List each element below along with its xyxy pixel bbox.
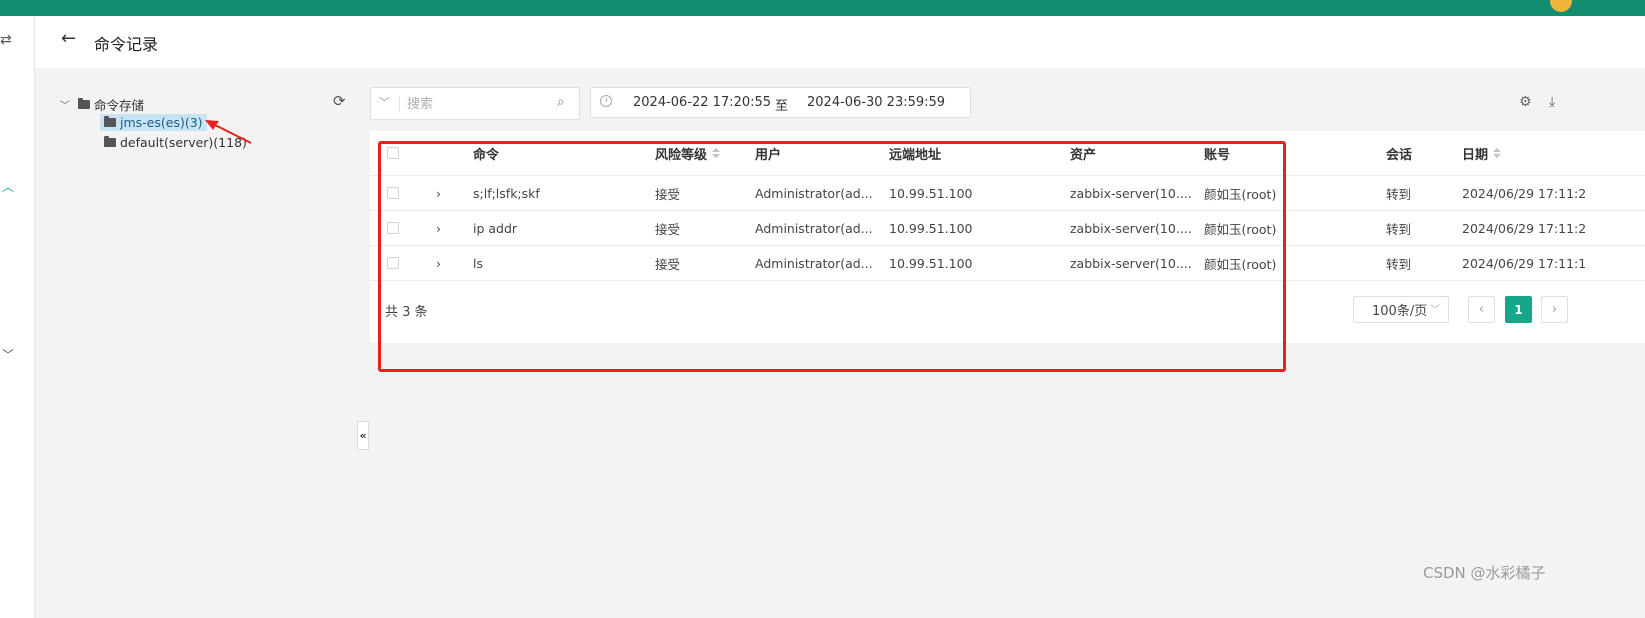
cell-user: Administrator(ad... xyxy=(755,255,873,271)
cell-risk: 接受 xyxy=(655,256,681,272)
table-row[interactable]: › s;lf;lsfk;skf 接受 Administrator(ad... 1… xyxy=(370,176,1645,211)
chevron-down-icon[interactable]: ﹀ xyxy=(60,97,70,112)
cell-asset: zabbix-server(10.... xyxy=(1070,185,1192,201)
cell-date: 2024/06/29 17:11:2 xyxy=(1462,220,1587,236)
col-risk[interactable]: 风险等级 xyxy=(655,131,721,175)
folder-icon xyxy=(104,116,116,127)
cell-command: ip addr xyxy=(473,220,518,236)
left-sidebar: ⇄ ︿ ﹀ xyxy=(0,16,35,618)
user-avatar[interactable] xyxy=(1550,0,1572,12)
cell-session-link[interactable]: 转到 xyxy=(1386,211,1411,245)
sort-icon[interactable] xyxy=(712,148,721,158)
search-box[interactable]: ﹀ ⌕ xyxy=(370,87,580,120)
cell-session-link[interactable]: 转到 xyxy=(1386,176,1411,210)
cell-asset: zabbix-server(10.... xyxy=(1070,220,1192,236)
col-date[interactable]: 日期 xyxy=(1462,131,1502,175)
command-table-card: 命令 风险等级 用户 远端地址 资产 账号 会话 日期 › s;lf;lsfk;… xyxy=(370,131,1645,343)
gear-icon[interactable]: ⚙ xyxy=(1519,94,1532,110)
tree-root-label: 命令存储 xyxy=(94,98,145,113)
table-row[interactable]: › ip addr 接受 Administrator(ad... 10.99.5… xyxy=(370,211,1645,246)
cell-remote: 10.99.51.100 xyxy=(889,185,973,201)
cell-risk: 接受 xyxy=(655,186,681,202)
table-row[interactable]: › ls 接受 Administrator(ad... 10.99.51.100… xyxy=(370,246,1645,281)
collapse-sidebar-button[interactable]: « xyxy=(357,421,369,450)
chevron-up-icon[interactable]: ︿ xyxy=(2,178,14,195)
folder-icon xyxy=(78,98,90,109)
col-command: 命令 xyxy=(473,147,500,163)
date-start[interactable]: 2024-06-22 17:20:55 xyxy=(633,95,771,110)
watermark: CSDN @水彩橘子 xyxy=(1423,564,1546,582)
refresh-icon[interactable]: ⟳ xyxy=(333,92,346,110)
cell-account: 颜如玉(root) xyxy=(1204,256,1277,272)
chevron-down-icon: ﹀ xyxy=(1430,305,1440,316)
search-input[interactable] xyxy=(407,95,547,113)
tree-node-jms-es[interactable]: jms-es(es)(3) xyxy=(100,114,207,131)
page-header: ← 命令记录 xyxy=(35,16,1645,68)
page-title: 命令记录 xyxy=(94,35,159,54)
folder-icon xyxy=(104,136,116,147)
search-icon[interactable]: ⌕ xyxy=(557,94,565,110)
page-number-button[interactable]: 1 xyxy=(1505,296,1532,323)
date-separator: 至 xyxy=(775,99,789,114)
cell-account: 颜如玉(root) xyxy=(1204,221,1277,237)
page-size-select[interactable]: 100条/页 ﹀ xyxy=(1353,296,1449,323)
cell-user: Administrator(ad... xyxy=(755,220,873,236)
cell-risk: 接受 xyxy=(655,221,681,237)
date-range-picker[interactable]: 2024-06-22 17:20:55 至 2024-06-30 23:59:5… xyxy=(590,87,971,118)
cell-asset: zabbix-server(10.... xyxy=(1070,255,1192,271)
col-user: 用户 xyxy=(755,147,782,163)
col-account: 账号 xyxy=(1204,147,1231,163)
col-asset: 资产 xyxy=(1070,147,1097,163)
chevron-down-icon[interactable]: ﹀ xyxy=(2,346,14,363)
next-page-button[interactable]: › xyxy=(1541,296,1568,323)
cell-command: s;lf;lsfk;skf xyxy=(473,185,540,201)
chevron-right-icon[interactable]: › xyxy=(436,176,441,210)
page-size-value: 100条/页 xyxy=(1372,304,1428,319)
sort-icon[interactable] xyxy=(1493,148,1502,158)
tree-root[interactable]: ﹀ 命令存储 xyxy=(60,95,144,114)
prev-page-button[interactable]: ‹ xyxy=(1468,296,1495,323)
row-checkbox[interactable] xyxy=(387,222,399,234)
swap-icon[interactable]: ⇄ xyxy=(0,32,12,48)
cell-remote: 10.99.51.100 xyxy=(889,220,973,236)
chevron-down-icon[interactable]: ﹀ xyxy=(379,94,390,110)
top-bar xyxy=(0,0,1645,16)
col-remote: 远端地址 xyxy=(889,147,942,163)
tree-node-label: jms-es(es)(3) xyxy=(120,115,203,130)
total-count: 共 3 条 xyxy=(385,305,428,320)
download-icon[interactable]: ⤓ xyxy=(1549,94,1555,110)
annotation-arrow xyxy=(205,120,252,144)
clock-icon xyxy=(600,95,612,107)
row-checkbox[interactable] xyxy=(387,257,399,269)
cell-date: 2024/06/29 17:11:2 xyxy=(1462,185,1587,201)
cell-account: 颜如玉(root) xyxy=(1204,186,1277,202)
arrow-left-icon[interactable]: ← xyxy=(61,28,76,49)
col-session: 会话 xyxy=(1386,147,1413,163)
table-header: 命令 风险等级 用户 远端地址 资产 账号 会话 日期 xyxy=(370,131,1645,176)
cell-command: ls xyxy=(473,255,483,271)
cell-date: 2024/06/29 17:11:1 xyxy=(1462,255,1587,271)
cell-session-link[interactable]: 转到 xyxy=(1386,246,1411,280)
chevron-right-icon[interactable]: › xyxy=(436,211,441,245)
chevron-right-icon[interactable]: › xyxy=(436,246,441,280)
date-end[interactable]: 2024-06-30 23:59:59 xyxy=(807,95,945,110)
cell-user: Administrator(ad... xyxy=(755,185,873,201)
select-all-checkbox[interactable] xyxy=(387,147,399,159)
row-checkbox[interactable] xyxy=(387,187,399,199)
cell-remote: 10.99.51.100 xyxy=(889,255,973,271)
